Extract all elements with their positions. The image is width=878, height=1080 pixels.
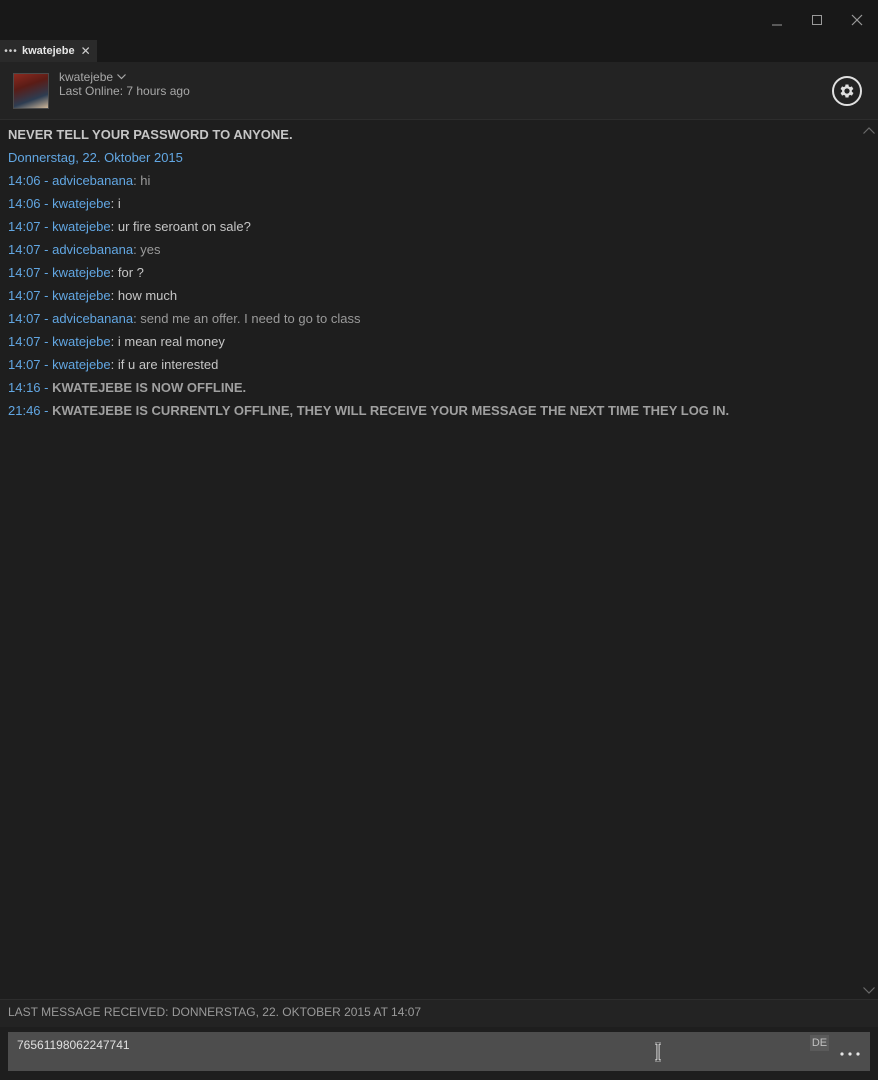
- tab-close-icon[interactable]: ✕: [81, 44, 91, 58]
- friend-header: kwatejebe Last Online: 7 hours ago: [0, 62, 878, 120]
- maximize-button[interactable]: [805, 8, 829, 32]
- message-time: 14:07 -: [8, 242, 53, 257]
- message-separator: :: [110, 196, 118, 211]
- chat-message: 14:06 - kwatejebe: i: [8, 196, 121, 212]
- chat-log[interactable]: NEVER TELL YOUR PASSWORD TO ANYONE. Donn…: [0, 120, 878, 998]
- tab-kwatejebe[interactable]: ••• kwatejebe ✕: [0, 40, 97, 62]
- message-text: for ?: [117, 265, 144, 280]
- status-line: 21:46 - KWATEJEBE IS CURRENTLY OFFLINE, …: [8, 403, 729, 419]
- chat-message: 14:07 - advicebanana: send me an offer. …: [8, 311, 360, 327]
- message-author[interactable]: kwatejebe: [52, 357, 111, 372]
- status-line: 14:16 - KWATEJEBE IS NOW OFFLINE.: [8, 380, 246, 396]
- status-time: 21:46 -: [8, 403, 53, 418]
- username-dropdown[interactable]: kwatejebe: [59, 70, 126, 84]
- message-time: 14:07 -: [8, 219, 53, 234]
- message-text: ur fire seroant on sale?: [117, 219, 251, 234]
- message-author[interactable]: kwatejebe: [52, 334, 111, 349]
- message-text: yes: [140, 242, 161, 257]
- close-icon: [851, 14, 863, 26]
- message-separator: :: [110, 219, 118, 234]
- message-separator: :: [110, 265, 118, 280]
- message-text: i: [117, 196, 121, 211]
- message-separator: :: [110, 357, 118, 372]
- chat-message: 14:07 - kwatejebe: if u are interested: [8, 357, 218, 373]
- chat-date: Donnerstag, 22. Oktober 2015: [8, 150, 183, 165]
- scroll-up-button[interactable]: [862, 124, 876, 136]
- status-text: KWATEJEBE IS CURRENTLY OFFLINE, THEY WIL…: [52, 403, 730, 418]
- chat-message: 14:06 - advicebanana: hi: [8, 173, 150, 189]
- message-author[interactable]: kwatejebe: [52, 196, 111, 211]
- input-bar: DE: [0, 1027, 878, 1080]
- close-window-button[interactable]: [845, 8, 869, 32]
- message-author[interactable]: kwatejebe: [52, 265, 111, 280]
- message-text: hi: [140, 173, 151, 188]
- status-text: KWATEJEBE IS NOW OFFLINE.: [52, 380, 247, 395]
- message-time: 14:07 -: [8, 334, 53, 349]
- message-input[interactable]: [8, 1032, 816, 1058]
- message-text: if u are interested: [117, 357, 219, 372]
- gear-icon: [840, 84, 854, 98]
- more-options-icon: [840, 1052, 860, 1056]
- message-text: send me an offer. I need to go to class: [140, 311, 361, 326]
- chevron-down-icon: [117, 74, 126, 80]
- chat-message: 14:07 - kwatejebe: how much: [8, 288, 177, 304]
- minimize-button[interactable]: [765, 8, 789, 32]
- message-time: 14:07 -: [8, 288, 53, 303]
- message-time: 14:07 -: [8, 357, 53, 372]
- message-author[interactable]: kwatejebe: [52, 288, 111, 303]
- message-input-box[interactable]: DE: [8, 1032, 870, 1071]
- last-online: Last Online: 7 hours ago: [59, 84, 190, 98]
- message-time: 14:07 -: [8, 265, 53, 280]
- scroll-down-button[interactable]: [862, 984, 876, 996]
- text-cursor-icon: [655, 1042, 661, 1062]
- chevron-up-icon: [863, 126, 875, 134]
- chat-message: 14:07 - advicebanana: yes: [8, 242, 161, 258]
- message-separator: :: [110, 334, 118, 349]
- message-time: 14:06 -: [8, 173, 53, 188]
- more-options-button[interactable]: [838, 1048, 862, 1060]
- username: kwatejebe: [59, 70, 114, 84]
- dots-icon[interactable]: •••: [0, 46, 22, 57]
- maximize-icon: [812, 15, 822, 25]
- message-text: i mean real money: [117, 334, 225, 349]
- tab-bar: ••• kwatejebe ✕: [0, 40, 878, 62]
- password-warning: NEVER TELL YOUR PASSWORD TO ANYONE.: [8, 127, 293, 142]
- message-author[interactable]: kwatejebe: [52, 219, 111, 234]
- message-text: how much: [117, 288, 178, 303]
- status-time: 14:16 -: [8, 380, 53, 395]
- message-time: 14:06 -: [8, 196, 53, 211]
- minimize-icon: [772, 24, 782, 26]
- avatar[interactable]: [13, 73, 49, 109]
- message-author[interactable]: advicebanana: [52, 242, 133, 257]
- last-message-bar: LAST MESSAGE RECEIVED: DONNERSTAG, 22. O…: [0, 999, 878, 1028]
- last-message-received: LAST MESSAGE RECEIVED: DONNERSTAG, 22. O…: [8, 1005, 422, 1019]
- tab-label: kwatejebe: [22, 45, 75, 57]
- chevron-down-icon: [863, 986, 875, 994]
- chat-message: 14:07 - kwatejebe: i mean real money: [8, 334, 225, 350]
- language-indicator: DE: [810, 1035, 829, 1051]
- chat-message: 14:07 - kwatejebe: ur fire seroant on sa…: [8, 219, 251, 235]
- message-author[interactable]: advicebanana: [52, 311, 133, 326]
- message-time: 14:07 -: [8, 311, 53, 326]
- title-bar: [0, 0, 878, 40]
- chat-message: 14:07 - kwatejebe: for ?: [8, 265, 144, 281]
- message-separator: :: [110, 288, 118, 303]
- message-author[interactable]: advicebanana: [52, 173, 133, 188]
- settings-button[interactable]: [832, 76, 862, 106]
